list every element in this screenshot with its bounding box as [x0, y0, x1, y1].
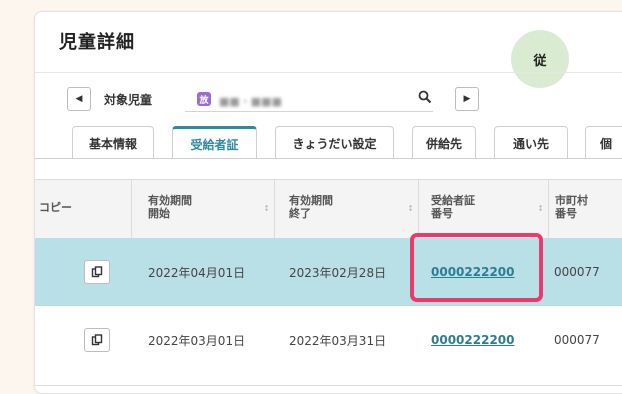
column-header-end[interactable]: 有効期間 終了 ↕	[275, 180, 419, 238]
end-date: 2023年02月28日	[289, 265, 387, 280]
column-header-cert-no[interactable]: 受給者証 番号 ↕	[419, 180, 549, 238]
certificate-number-link[interactable]: 0000222200	[431, 306, 515, 374]
copy-icon	[91, 334, 103, 346]
tab-facility[interactable]: 通い先	[494, 126, 568, 159]
sort-icon[interactable]: ↕	[407, 202, 414, 215]
sort-icon[interactable]: ↕	[263, 202, 270, 215]
copy-button[interactable]	[84, 328, 110, 352]
prev-child-button[interactable]: ◀	[67, 87, 91, 111]
highlight-annotation	[410, 233, 543, 302]
detail-card: 児童詳細 従 ◀ 対象児童 放 ■■・■■■ ▶ 基本情報 受給者証 きょうだい…	[34, 11, 622, 394]
target-child-label: 対象児童	[104, 93, 153, 107]
service-type-tag: 放	[197, 92, 211, 106]
start-date: 2022年04月01日	[148, 265, 246, 280]
start-date: 2022年03月01日	[148, 333, 246, 348]
table-header: コピー 有効期間 開始 ↕ 有効期間 終了 ↕ 受給者証 番号 ↕ 市町村 番号	[35, 180, 622, 239]
column-header-copy: コピー	[35, 180, 132, 238]
city-number: 000077	[554, 333, 600, 347]
child-name: ■■・■■■	[219, 95, 282, 108]
page-title: 児童詳細	[59, 32, 135, 53]
table-row[interactable]: 2022年03月01日 2022年03月31日 0000222200 00007…	[35, 306, 622, 374]
child-select[interactable]: 放 ■■・■■■	[185, 87, 433, 112]
title-divider	[35, 72, 622, 73]
next-child-button[interactable]: ▶	[455, 87, 479, 111]
caret-right-icon: ▶	[463, 94, 471, 104]
tab-basic-info[interactable]: 基本情報	[72, 126, 154, 159]
column-header-start[interactable]: 有効期間 開始 ↕	[132, 180, 275, 238]
copy-button[interactable]	[84, 260, 110, 284]
city-number: 000077	[554, 265, 600, 279]
sort-icon[interactable]: ↕	[537, 202, 544, 215]
tab-more[interactable]: 個	[585, 126, 622, 159]
tab-concurrent-benefit[interactable]: 併給先	[412, 126, 476, 159]
caret-left-icon: ◀	[75, 94, 83, 104]
end-date: 2022年03月31日	[289, 333, 387, 348]
copy-icon	[91, 266, 103, 278]
status-badge: 従	[511, 30, 569, 88]
column-header-city-no[interactable]: 市町村 番号	[549, 180, 622, 238]
tab-divider	[35, 158, 622, 159]
tab-siblings[interactable]: きょうだい設定	[275, 126, 394, 159]
tab-certificate[interactable]: 受給者証	[172, 126, 257, 159]
search-icon[interactable]	[418, 90, 432, 104]
